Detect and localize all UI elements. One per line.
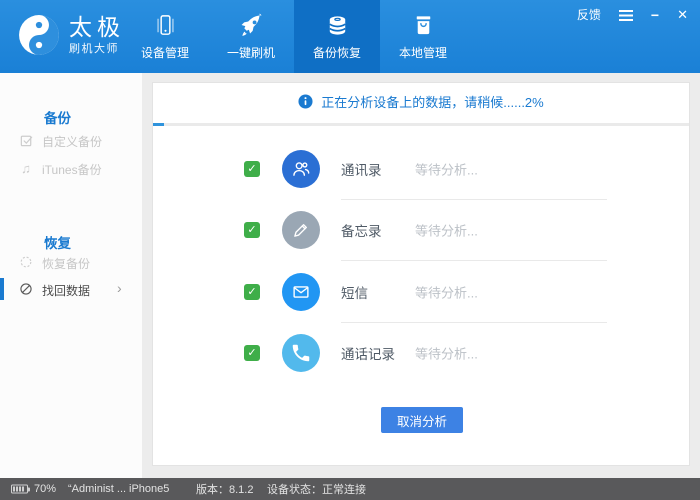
tab-local-manage[interactable]: 本地管理 — [380, 0, 466, 73]
app-title: 太极 — [69, 13, 125, 40]
header-bar: 太极 刷机大师 设备管理 一键刷机 备份恢复 本地管理 反馈 − ✕ — [0, 0, 700, 73]
call-log-icon — [282, 334, 320, 373]
sidebar-item-label: iTunes备份 — [42, 163, 102, 177]
tab-label: 备份恢复 — [312, 46, 361, 60]
main-nav: 设备管理 一键刷机 备份恢复 本地管理 — [122, 0, 466, 73]
taiji-logo-icon — [19, 15, 59, 55]
sidebar-item-restore-backup[interactable]: 恢复备份 — [0, 251, 142, 273]
contacts-icon — [282, 149, 320, 188]
database-icon — [328, 16, 346, 35]
close-button[interactable]: ✕ — [677, 8, 688, 22]
sidebar: 备份 自定义备份 ♫ iTunes备份 恢复 恢复备份 找回数据 › — [0, 73, 142, 478]
list-item-sms: ✓ 短信 等待分析... — [153, 261, 689, 323]
bag-icon — [416, 16, 430, 35]
list-item-label: 备忘录 — [341, 224, 382, 240]
cancel-analysis-button[interactable]: 取消分析 — [381, 407, 463, 433]
progress-bar — [153, 123, 689, 126]
tab-backup-restore[interactable]: 备份恢复 — [294, 0, 380, 73]
battery-icon — [11, 484, 30, 494]
sidebar-item-recover-data[interactable]: 找回数据 › — [0, 278, 142, 300]
dashed-circle-icon — [18, 254, 34, 270]
analysis-status-text: 正在分析设备上的数据，请稍候......2% — [321, 95, 544, 110]
sidebar-item-label: 自定义备份 — [42, 135, 103, 149]
recover-data-icon — [18, 281, 34, 297]
progress-fill — [153, 123, 164, 126]
analysis-status-row: 正在分析设备上的数据，请稍候......2% — [153, 92, 689, 111]
sidebar-item-itunes-backup[interactable]: ♫ iTunes备份 — [0, 157, 142, 179]
list-item-status: 等待分析... — [415, 162, 478, 178]
status-bar: 70% “Administ ... iPhone5 版本：8.1.2 设备状态：… — [0, 478, 700, 500]
notes-icon — [282, 211, 320, 250]
tab-device-manage[interactable]: 设备管理 — [122, 0, 208, 73]
contacts-checkbox[interactable]: ✓ — [244, 160, 260, 177]
device-connection-state: 设备状态：正常连接 — [267, 484, 366, 496]
notes-checkbox[interactable]: ✓ — [244, 222, 260, 239]
tab-one-key-flash[interactable]: 一键刷机 — [208, 0, 294, 73]
music-note-icon: ♫ — [21, 160, 31, 176]
device-model: iPhone5 — [129, 483, 170, 495]
sms-icon — [282, 272, 320, 311]
list-item-label: 通讯录 — [341, 162, 382, 178]
info-icon — [298, 94, 313, 109]
app-body: 备份 自定义备份 ♫ iTunes备份 恢复 恢复备份 找回数据 › 正在分析设… — [0, 73, 700, 478]
app-subtitle: 刷机大师 — [69, 42, 119, 55]
call-log-checkbox[interactable]: ✓ — [244, 345, 260, 362]
list-item-label: 短信 — [341, 285, 368, 301]
ios-version: 版本：8.1.2 — [196, 484, 254, 496]
category-list: ✓ 通讯录 等待分析... ✓ 备忘录 等待分析... ✓ 短信 等待分析...… — [153, 138, 689, 384]
chevron-right-icon: › — [117, 280, 122, 296]
tab-label: 设备管理 — [140, 46, 189, 60]
content-panel: 正在分析设备上的数据，请稍候......2% ✓ 通讯录 等待分析... ✓ 备… — [152, 82, 690, 466]
device-icon — [156, 15, 174, 35]
menu-icon[interactable] — [618, 9, 633, 21]
battery-percent: 70% — [34, 483, 57, 495]
list-item-call-log: ✓ 通话记录 等待分析... — [153, 323, 689, 385]
tab-label: 一键刷机 — [226, 46, 275, 60]
list-item-label: 通话记录 — [341, 347, 395, 363]
list-item-status: 等待分析... — [415, 285, 478, 301]
active-indicator — [0, 278, 4, 300]
sidebar-item-custom-backup[interactable]: 自定义备份 — [0, 129, 142, 151]
rocket-icon — [241, 13, 262, 36]
sms-checkbox[interactable]: ✓ — [244, 283, 260, 300]
tab-label: 本地管理 — [398, 46, 447, 60]
battery-fill — [13, 486, 24, 492]
minimize-button[interactable]: − — [651, 8, 659, 22]
sidebar-item-label: 恢复备份 — [42, 257, 91, 271]
checkbox-icon — [18, 132, 34, 148]
list-item-notes: ✓ 备忘录 等待分析... — [153, 200, 689, 261]
app-logo: 太极 刷机大师 — [18, 14, 125, 56]
sidebar-section-restore: 恢复 — [44, 236, 71, 251]
list-item-status: 等待分析... — [415, 223, 478, 239]
list-item-contacts: ✓ 通讯录 等待分析... — [153, 138, 689, 200]
window-controls: 反馈 − ✕ — [577, 7, 688, 23]
app-logo-text: 太极 刷机大师 — [69, 13, 125, 56]
sidebar-section-backup: 备份 — [44, 111, 71, 126]
list-item-status: 等待分析... — [415, 346, 478, 362]
feedback-link[interactable]: 反馈 — [577, 8, 601, 22]
device-name: “Administ ... — [68, 483, 127, 495]
sidebar-item-label: 找回数据 — [42, 284, 91, 298]
